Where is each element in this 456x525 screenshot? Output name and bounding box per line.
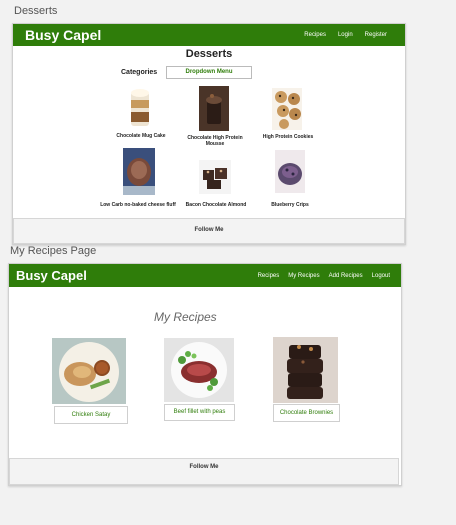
recipe-image-blueberry[interactable] [275,150,305,193]
desserts-artboard: Busy Capel Recipes Login Register Desser… [12,23,406,245]
desserts-nav-links: Recipes Login Register [304,32,393,38]
recipe-title-blueberry[interactable]: Blueberry Crips [261,202,319,208]
recipe-title-cookies[interactable]: High Protein Cookies [259,134,317,140]
brand-logo[interactable]: Busy Capel [25,27,101,43]
recipe-title-mug-cake[interactable]: Chocolate Mug Cake [109,133,173,139]
nav-logout[interactable]: Logout [372,273,390,279]
desserts-navbar: Busy Capel Recipes Login Register [13,24,405,46]
recipe-image-cheese-fluff[interactable] [123,148,155,195]
nav-recipes[interactable]: Recipes [304,32,326,38]
recipe-title-cheese-fluff[interactable]: Low Carb no-baked cheese fluff [97,202,179,208]
card-beef-fillet[interactable]: Beef fillet with peas [164,404,235,421]
nav-register[interactable]: Register [365,32,387,38]
recipe-title-bacon-almond[interactable]: Bacon Chocolate Almond [183,202,249,208]
page-title: My Recipes [154,310,217,324]
my-recipes-nav-links: Recipes My Recipes Add Recipes Logout [258,273,394,279]
my-recipes-artboard: Busy Capel Recipes My Recipes Add Recipe… [8,263,402,486]
frame-label-desserts: Desserts [14,5,58,17]
recipe-image-mousse[interactable] [199,86,229,131]
categories-dropdown[interactable]: Dropdown Menu [166,66,252,79]
recipe-image-chicken-satay[interactable] [52,338,126,404]
card-chocolate-brownies[interactable]: Chocolate Brownies [273,404,340,422]
nav-my-recipes[interactable]: My Recipes [288,273,319,279]
recipe-image-beef-fillet[interactable] [164,338,234,402]
nav-login[interactable]: Login [338,32,353,38]
my-recipes-navbar: Busy Capel Recipes My Recipes Add Recipe… [9,264,401,287]
follow-me-link[interactable]: Follow Me [190,464,219,470]
page-title: Desserts [185,48,233,60]
recipe-image-chocolate-brownies[interactable] [273,337,338,403]
recipe-image-mug-cake[interactable] [125,86,155,131]
recipe-image-cookies[interactable] [272,88,302,130]
recipe-title-mousse[interactable]: Chocolate High Protein Mousse [185,135,245,147]
my-recipes-footer: Follow Me [9,458,399,485]
nav-add-recipes[interactable]: Add Recipes [329,273,363,279]
frame-label-my-recipes: My Recipes Page [10,245,97,257]
recipe-image-bacon-almond[interactable] [199,160,231,194]
card-chicken-satay[interactable]: Chicken Satay [54,406,128,424]
categories-label: Categories [121,69,158,76]
brand-logo[interactable]: Busy Capel [16,268,87,283]
desserts-footer: Follow Me [13,218,405,244]
follow-me-link[interactable]: Follow Me [195,227,224,233]
nav-recipes[interactable]: Recipes [258,273,280,279]
